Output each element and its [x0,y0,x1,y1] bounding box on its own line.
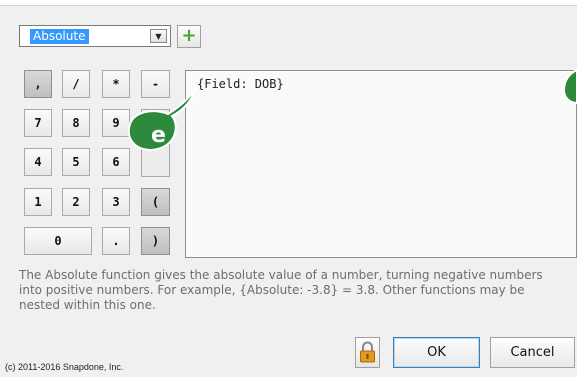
key-5[interactable]: 5 [62,148,90,176]
ok-button[interactable]: OK [393,337,480,368]
key-7[interactable]: 7 [24,109,52,137]
title-strip [0,0,577,6]
key-comma[interactable]: , [24,70,52,98]
key-2[interactable]: 2 [62,188,90,216]
function-select-value: Absolute [30,29,90,44]
plus-icon: + [181,25,197,46]
key-open-paren[interactable]: ( [141,188,170,216]
callout-partial [562,68,577,107]
function-description: The Absolute function gives the absolute… [19,268,543,312]
key-close-paren[interactable]: ) [141,227,170,255]
function-select[interactable]: Absolute ▼ [19,25,171,47]
key-8[interactable]: 8 [62,109,90,137]
cancel-button[interactable]: Cancel [490,337,575,368]
copyright-text: (c) 2011-2016 Snapdone, Inc. [5,362,124,372]
key-decimal[interactable]: . [102,227,130,255]
key-1[interactable]: 1 [24,188,52,216]
chevron-down-icon[interactable]: ▼ [150,29,167,43]
callout-e: e [124,86,214,156]
add-function-button[interactable]: + [177,25,201,48]
callout-letter: e [151,123,166,148]
key-divide[interactable]: / [62,70,90,98]
expression-editor[interactable]: {Field: DOB} [185,70,577,258]
key-0[interactable]: 0 [24,227,92,255]
lock-button[interactable] [355,337,380,368]
key-4[interactable]: 4 [24,148,52,176]
key-3[interactable]: 3 [102,188,130,216]
lock-icon [360,341,375,363]
